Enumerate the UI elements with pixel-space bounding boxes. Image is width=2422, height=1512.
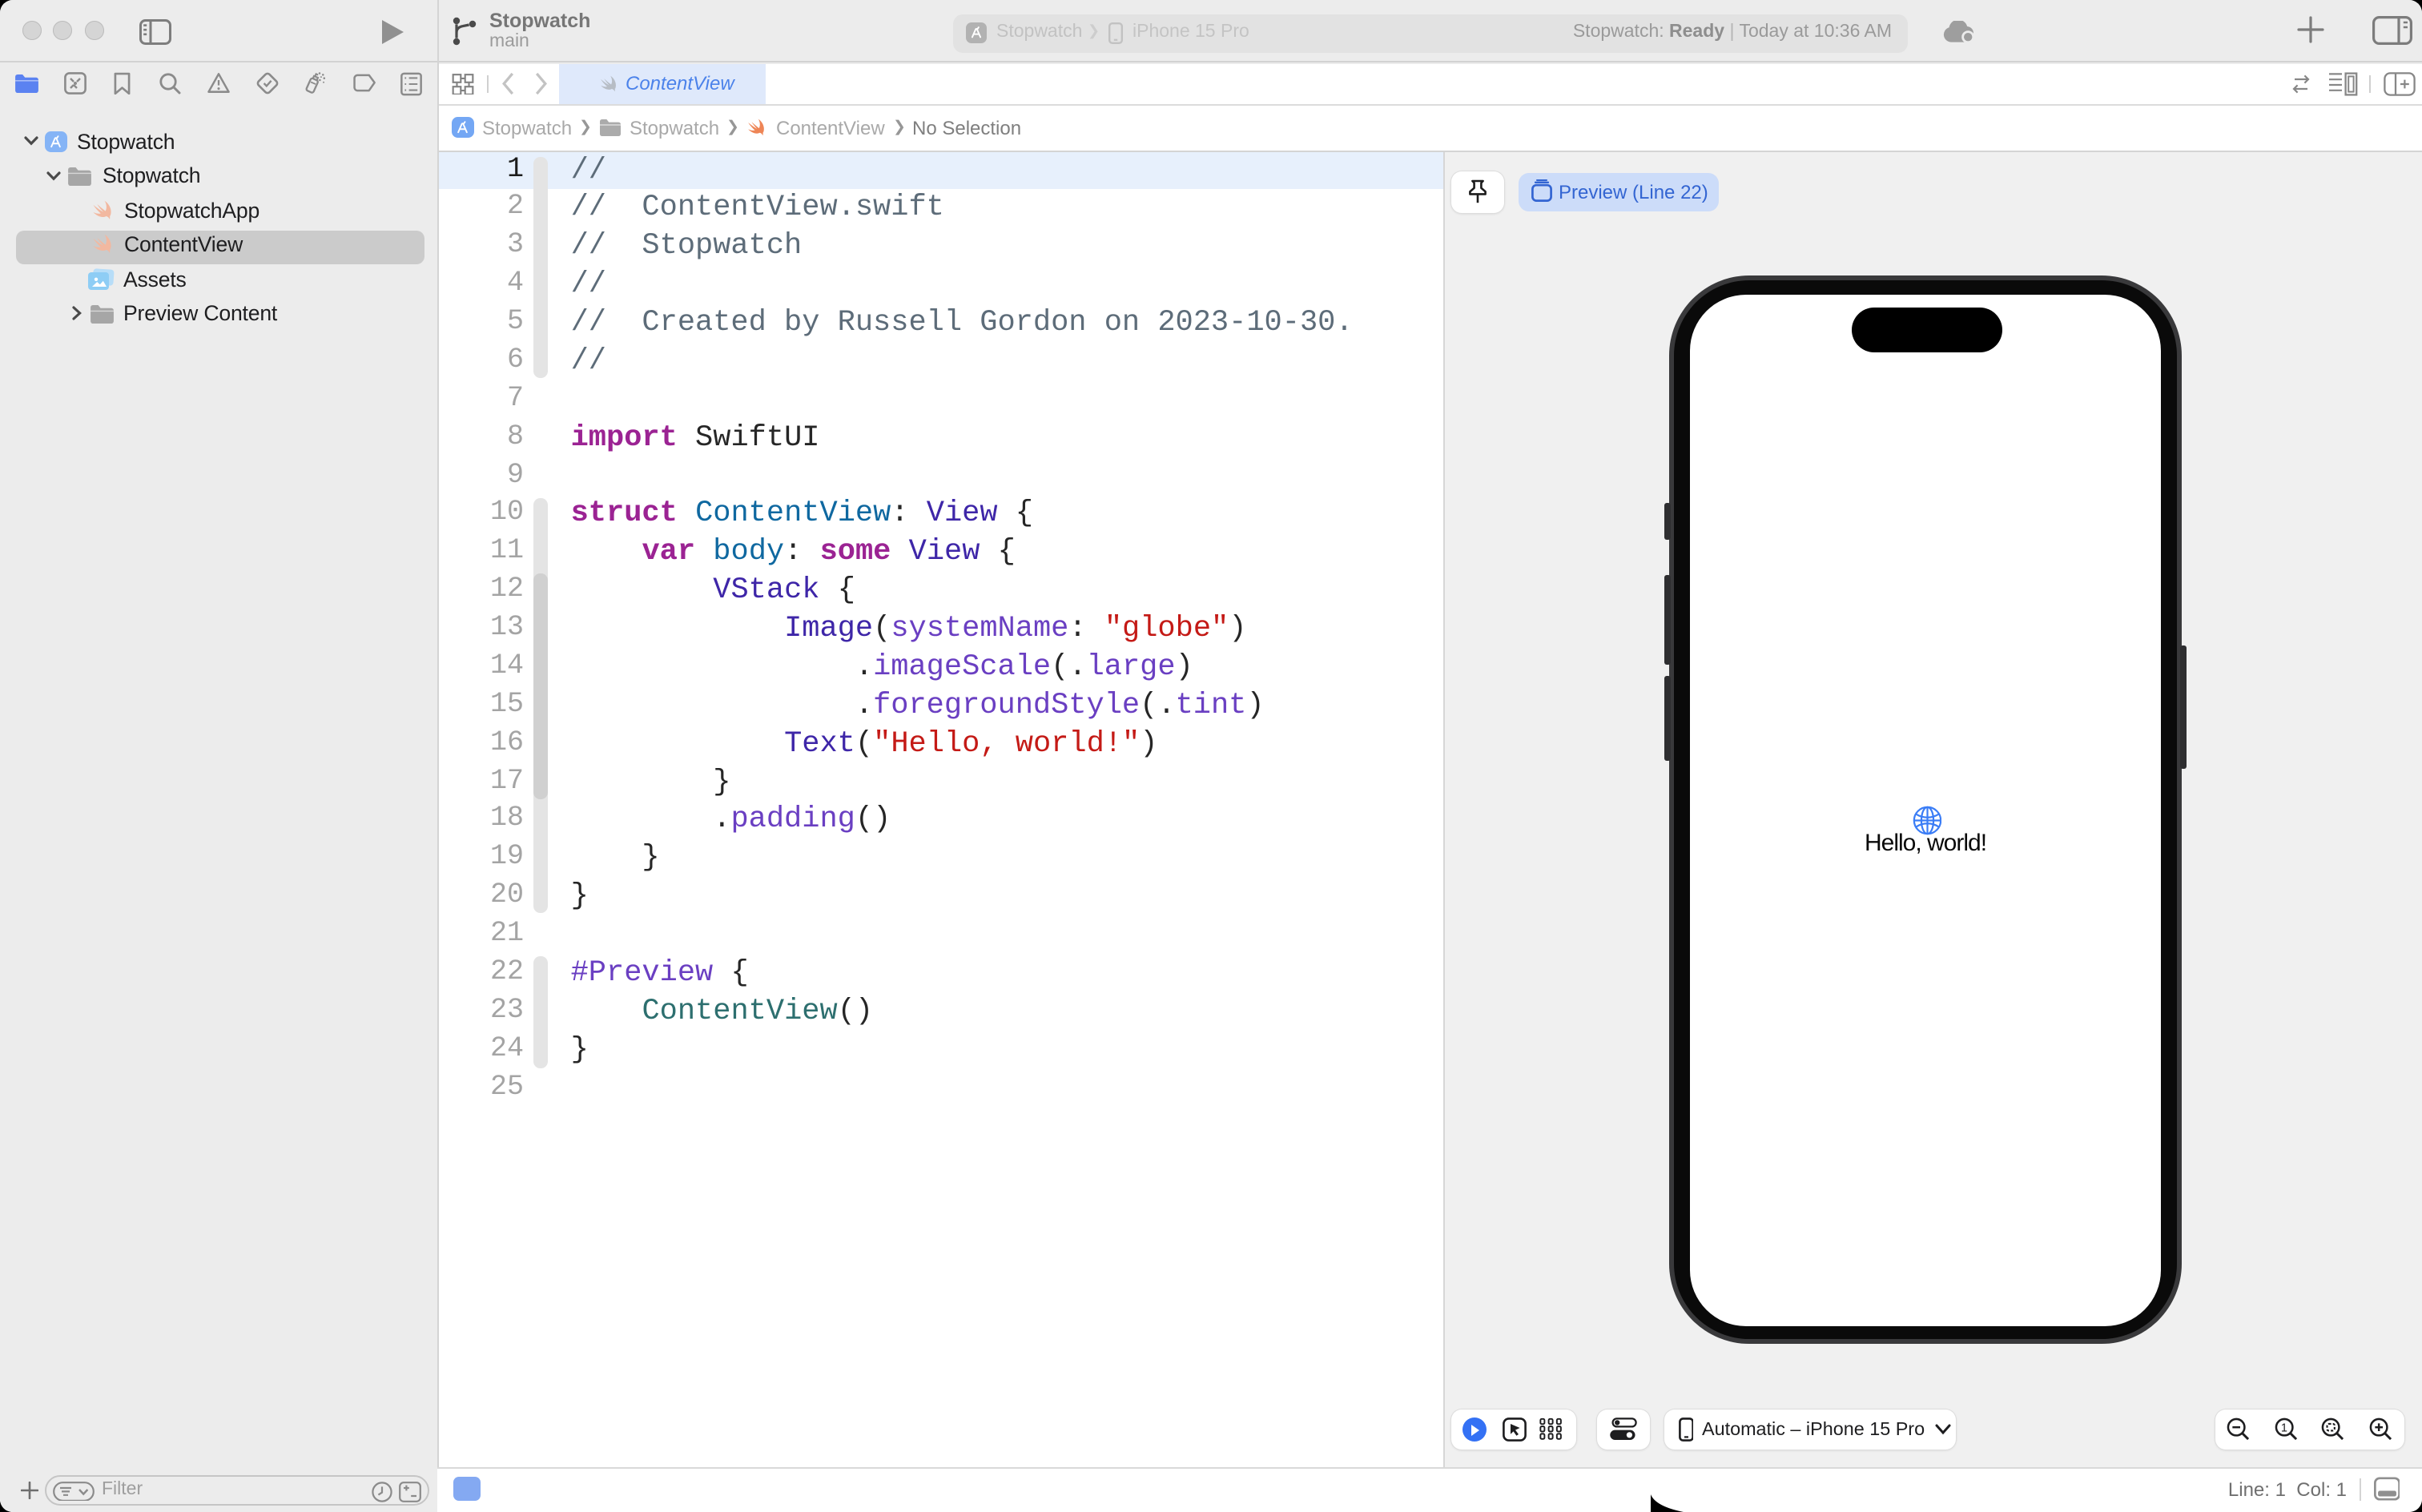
svg-text:1: 1: [2280, 1422, 2287, 1434]
